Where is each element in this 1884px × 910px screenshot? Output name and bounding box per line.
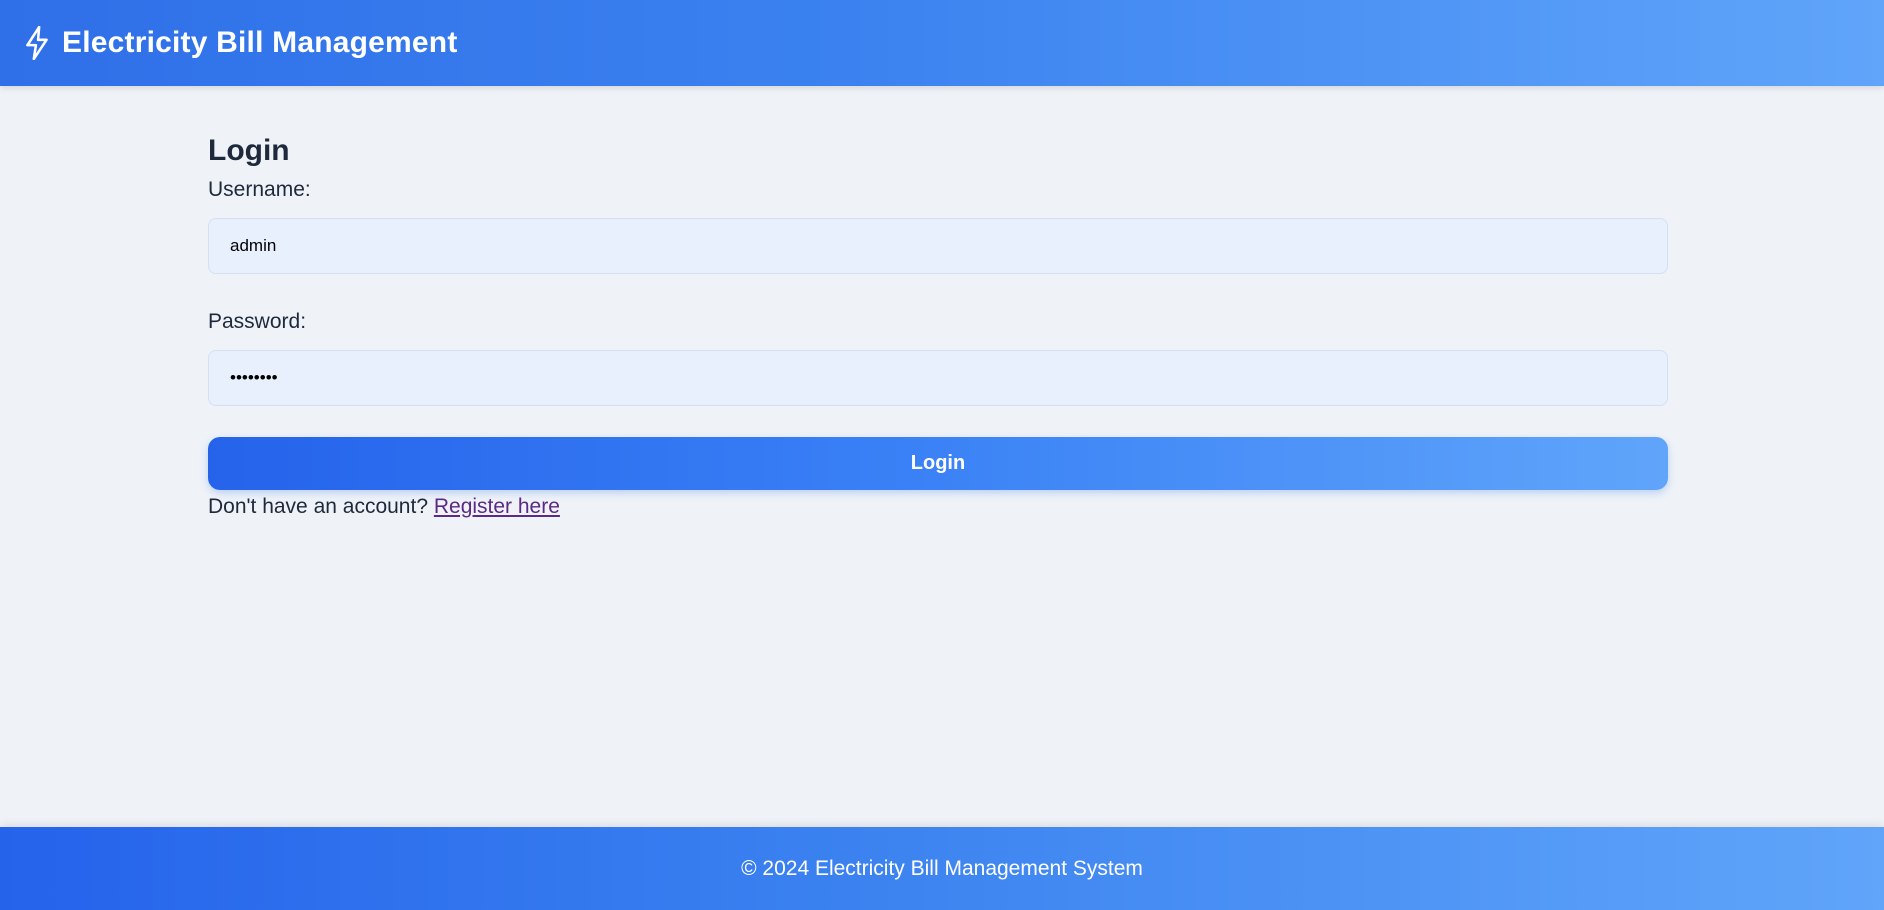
page-title: Login <box>208 134 290 167</box>
login-section: Login Username: Password: Login Don't ha… <box>208 86 1668 519</box>
password-input[interactable] <box>208 350 1668 406</box>
register-link[interactable]: Register here <box>434 495 560 518</box>
app-header: Electricity Bill Management <box>0 0 1884 86</box>
login-button[interactable]: Login <box>208 437 1668 490</box>
username-label: Username: <box>208 178 311 201</box>
app-footer: © 2024 Electricity Bill Management Syste… <box>0 827 1884 910</box>
username-input[interactable] <box>208 218 1668 274</box>
login-form: Username: Password: Login <box>208 178 1668 490</box>
lightning-bolt-icon <box>24 25 52 61</box>
register-prompt: Don't have an account? <box>208 495 428 518</box>
register-prompt-line: Don't have an account? Register here <box>208 495 1668 519</box>
footer-copyright: © 2024 Electricity Bill Management Syste… <box>741 856 1143 880</box>
password-label: Password: <box>208 310 307 333</box>
app-title: Electricity Bill Management <box>62 26 458 59</box>
